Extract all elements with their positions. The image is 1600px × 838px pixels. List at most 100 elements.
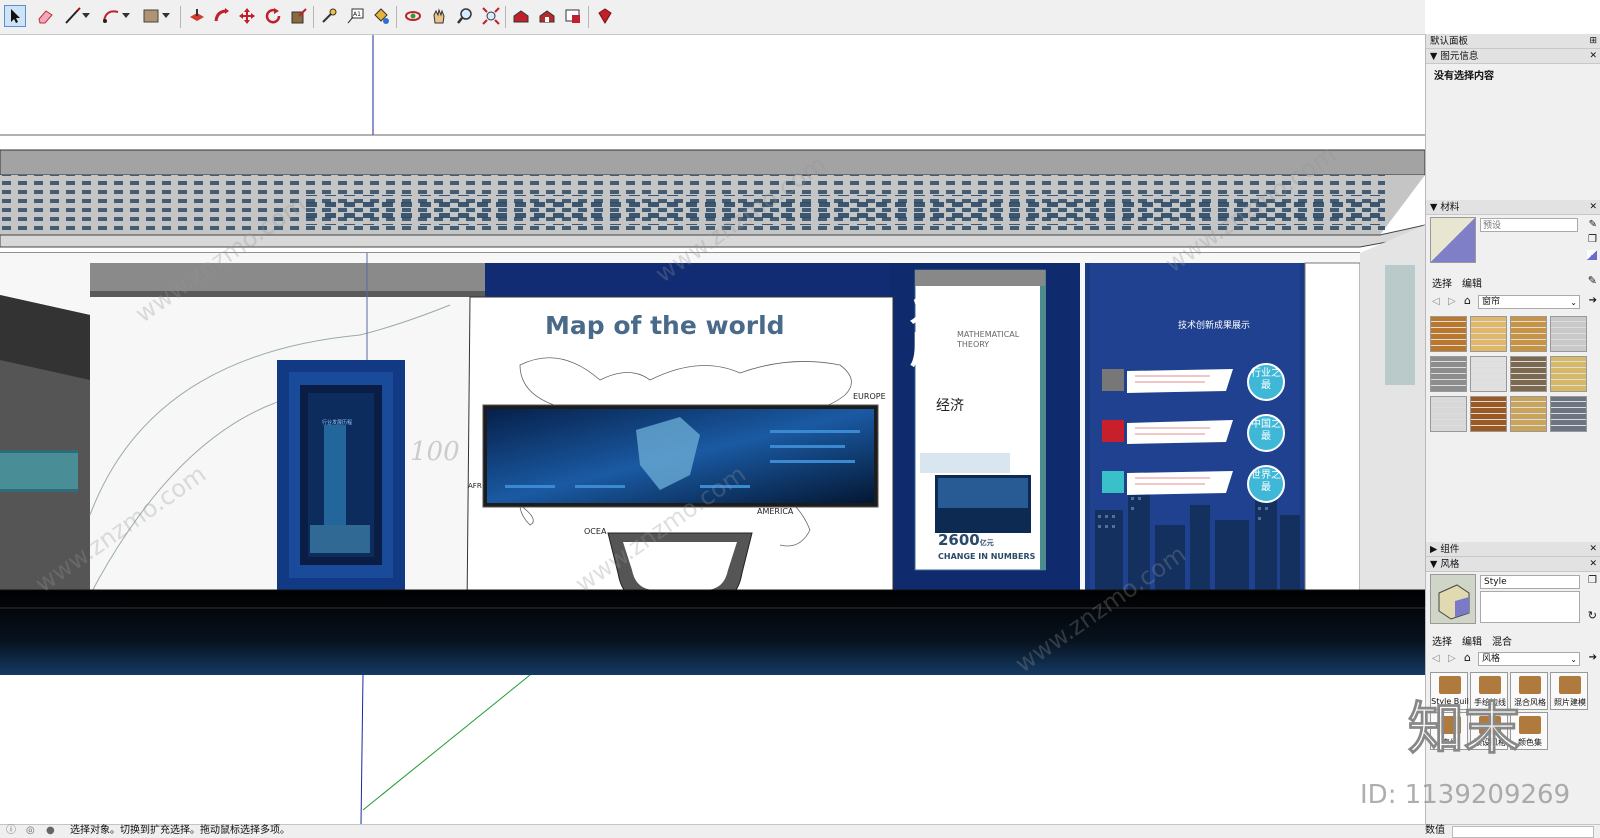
tape-measure-icon[interactable]: [318, 5, 340, 27]
rectangle-tool-icon[interactable]: [140, 5, 162, 27]
style-description-field[interactable]: [1480, 591, 1580, 623]
pan-tool-icon[interactable]: [428, 5, 450, 27]
close-icon[interactable]: ✕: [1589, 200, 1597, 215]
share-model-icon[interactable]: [536, 5, 558, 27]
push-pull-icon[interactable]: [186, 5, 208, 27]
material-swatch[interactable]: [1550, 356, 1587, 392]
status-text: 选择对象。切换到扩充选择。拖动鼠标选择多项。: [70, 825, 290, 836]
arc-tool-icon[interactable]: [100, 5, 122, 27]
style-refresh-icon[interactable]: ↻: [1588, 609, 1597, 622]
panel-economy-label: 经济: [936, 398, 964, 414]
chevron-down-icon[interactable]: [160, 5, 172, 27]
default-material-icon[interactable]: [1587, 250, 1597, 260]
paint-bucket-icon[interactable]: [370, 5, 392, 27]
material-swatch[interactable]: [1430, 356, 1467, 392]
style-library-value: 风格: [1482, 654, 1501, 664]
warehouse-icon[interactable]: [510, 5, 532, 27]
panel-subtitle-1: MATHEMATICAL: [957, 330, 1020, 339]
text-tool-icon[interactable]: A1: [344, 5, 366, 27]
close-icon[interactable]: ✕: [1589, 49, 1597, 64]
styles-header[interactable]: ▼ 风格 ✕: [1426, 557, 1600, 572]
map-title: Map of the world: [545, 311, 785, 340]
material-library-value: 窗帘: [1482, 297, 1501, 307]
style-folder-label: 照片建模: [1554, 698, 1586, 707]
side-100-label: 100: [410, 437, 460, 467]
update-style-icon[interactable]: ❒: [1588, 575, 1597, 586]
folder-icon: [1519, 716, 1541, 734]
components-header[interactable]: ▶ 组件 ✕: [1426, 542, 1600, 557]
chevron-down-icon[interactable]: [80, 5, 92, 27]
follow-me-icon[interactable]: [211, 5, 233, 27]
info-icon[interactable]: ⓘ: [6, 825, 16, 837]
tab-select[interactable]: 选择: [1432, 633, 1452, 648]
back-arrow-icon[interactable]: ◁: [1432, 296, 1440, 307]
chevron-down-icon[interactable]: [120, 5, 132, 27]
material-swatch[interactable]: [1430, 396, 1467, 432]
home-icon[interactable]: ⌂: [1464, 651, 1471, 664]
material-swatch[interactable]: [1510, 396, 1547, 432]
select-tool-icon[interactable]: [4, 5, 26, 27]
scale-tool-icon[interactable]: [288, 5, 310, 27]
style-library-select[interactable]: 风格 ⌄: [1478, 652, 1580, 666]
viewport-3d[interactable]: Map of the world EUROPE AMERICA AFR OCEA…: [0, 35, 1425, 824]
material-swatch[interactable]: [1430, 316, 1467, 352]
zoom-tool-icon[interactable]: [454, 5, 476, 27]
back-arrow-icon[interactable]: ◁: [1432, 653, 1440, 664]
tab-mix[interactable]: 混合: [1492, 633, 1512, 648]
measurements-label: 数值: [1425, 825, 1445, 836]
user-icon[interactable]: ●: [46, 825, 55, 837]
tab-select[interactable]: 选择: [1432, 275, 1452, 290]
chevron-down-icon: ⌄: [1570, 298, 1577, 307]
material-name-input[interactable]: [1480, 218, 1578, 232]
material-swatch[interactable]: [1470, 396, 1507, 432]
geo-icon[interactable]: ◎: [26, 825, 35, 837]
home-icon[interactable]: ⌂: [1464, 294, 1471, 307]
measurements-box[interactable]: [1452, 826, 1594, 838]
style-preview: [1430, 574, 1476, 624]
board-heading: 行业发展历程: [322, 420, 353, 426]
eyedropper-icon[interactable]: ✎: [1588, 274, 1597, 287]
material-swatch[interactable]: [1510, 356, 1547, 392]
circle-label-3: 世界之最: [1251, 470, 1281, 493]
material-swatch[interactable]: [1550, 316, 1587, 352]
panel-number-value: 2600: [938, 531, 980, 549]
details-arrow-icon[interactable]: ➔: [1589, 652, 1597, 663]
materials-header[interactable]: ▼ 材料 ✕: [1426, 200, 1600, 215]
styles-title: 风格: [1440, 559, 1460, 570]
move-tool-icon[interactable]: [236, 5, 258, 27]
details-arrow-icon[interactable]: ➔: [1589, 295, 1597, 306]
close-icon[interactable]: ✕: [1589, 542, 1597, 557]
material-swatch[interactable]: [1510, 316, 1547, 352]
material-library-select[interactable]: 窗帘 ⌄: [1478, 295, 1580, 309]
watermark-id: ID: 1139209269: [1360, 780, 1571, 810]
zoom-extents-icon[interactable]: [480, 5, 502, 27]
style-name-field[interactable]: Style: [1480, 575, 1580, 589]
tab-edit[interactable]: 编辑: [1462, 275, 1482, 290]
svg-text:A1: A1: [353, 11, 361, 18]
eraser-tool-icon[interactable]: [34, 5, 56, 27]
material-swatch[interactable]: [1550, 396, 1587, 432]
extension-icon[interactable]: [562, 5, 584, 27]
panel-subtitle-2: THEORY: [957, 340, 990, 349]
material-swatch[interactable]: [1470, 356, 1507, 392]
entity-info-header[interactable]: ▼ 图元信息 ✕: [1426, 49, 1600, 64]
ruby-icon[interactable]: [594, 5, 616, 27]
default-tray: 默认面板⊞ ▼ 图元信息✕ 没有选择内容 ▼ 材料✕ ✎ ❒ 选择 编辑 ✎ ◁…: [1408, 34, 1600, 824]
entity-info-title: 图元信息: [1440, 51, 1479, 62]
close-icon[interactable]: ✕: [1589, 557, 1597, 572]
sample-paint-icon[interactable]: ✎: [1589, 219, 1597, 230]
folder-icon: [1559, 676, 1581, 694]
style-folder-item[interactable]: 照片建模: [1550, 672, 1588, 710]
circle-label-2: 中国之最: [1251, 419, 1281, 442]
orbit-tool-icon[interactable]: [402, 5, 424, 27]
rotate-tool-icon[interactable]: [262, 5, 284, 27]
status-bar: ⓘ ◎ ● 选择对象。切换到扩充选择。拖动鼠标选择多项。 数值: [0, 824, 1600, 838]
forward-arrow-icon[interactable]: ▷: [1448, 296, 1456, 307]
tab-edit[interactable]: 编辑: [1462, 633, 1482, 648]
create-material-icon[interactable]: ❒: [1588, 234, 1597, 245]
forward-arrow-icon[interactable]: ▷: [1448, 653, 1456, 664]
pin-icon[interactable]: ⊞: [1589, 34, 1597, 49]
material-swatch[interactable]: [1470, 316, 1507, 352]
tray-title: 默认面板: [1430, 36, 1469, 47]
panel-number-unit: 亿元: [979, 539, 994, 547]
